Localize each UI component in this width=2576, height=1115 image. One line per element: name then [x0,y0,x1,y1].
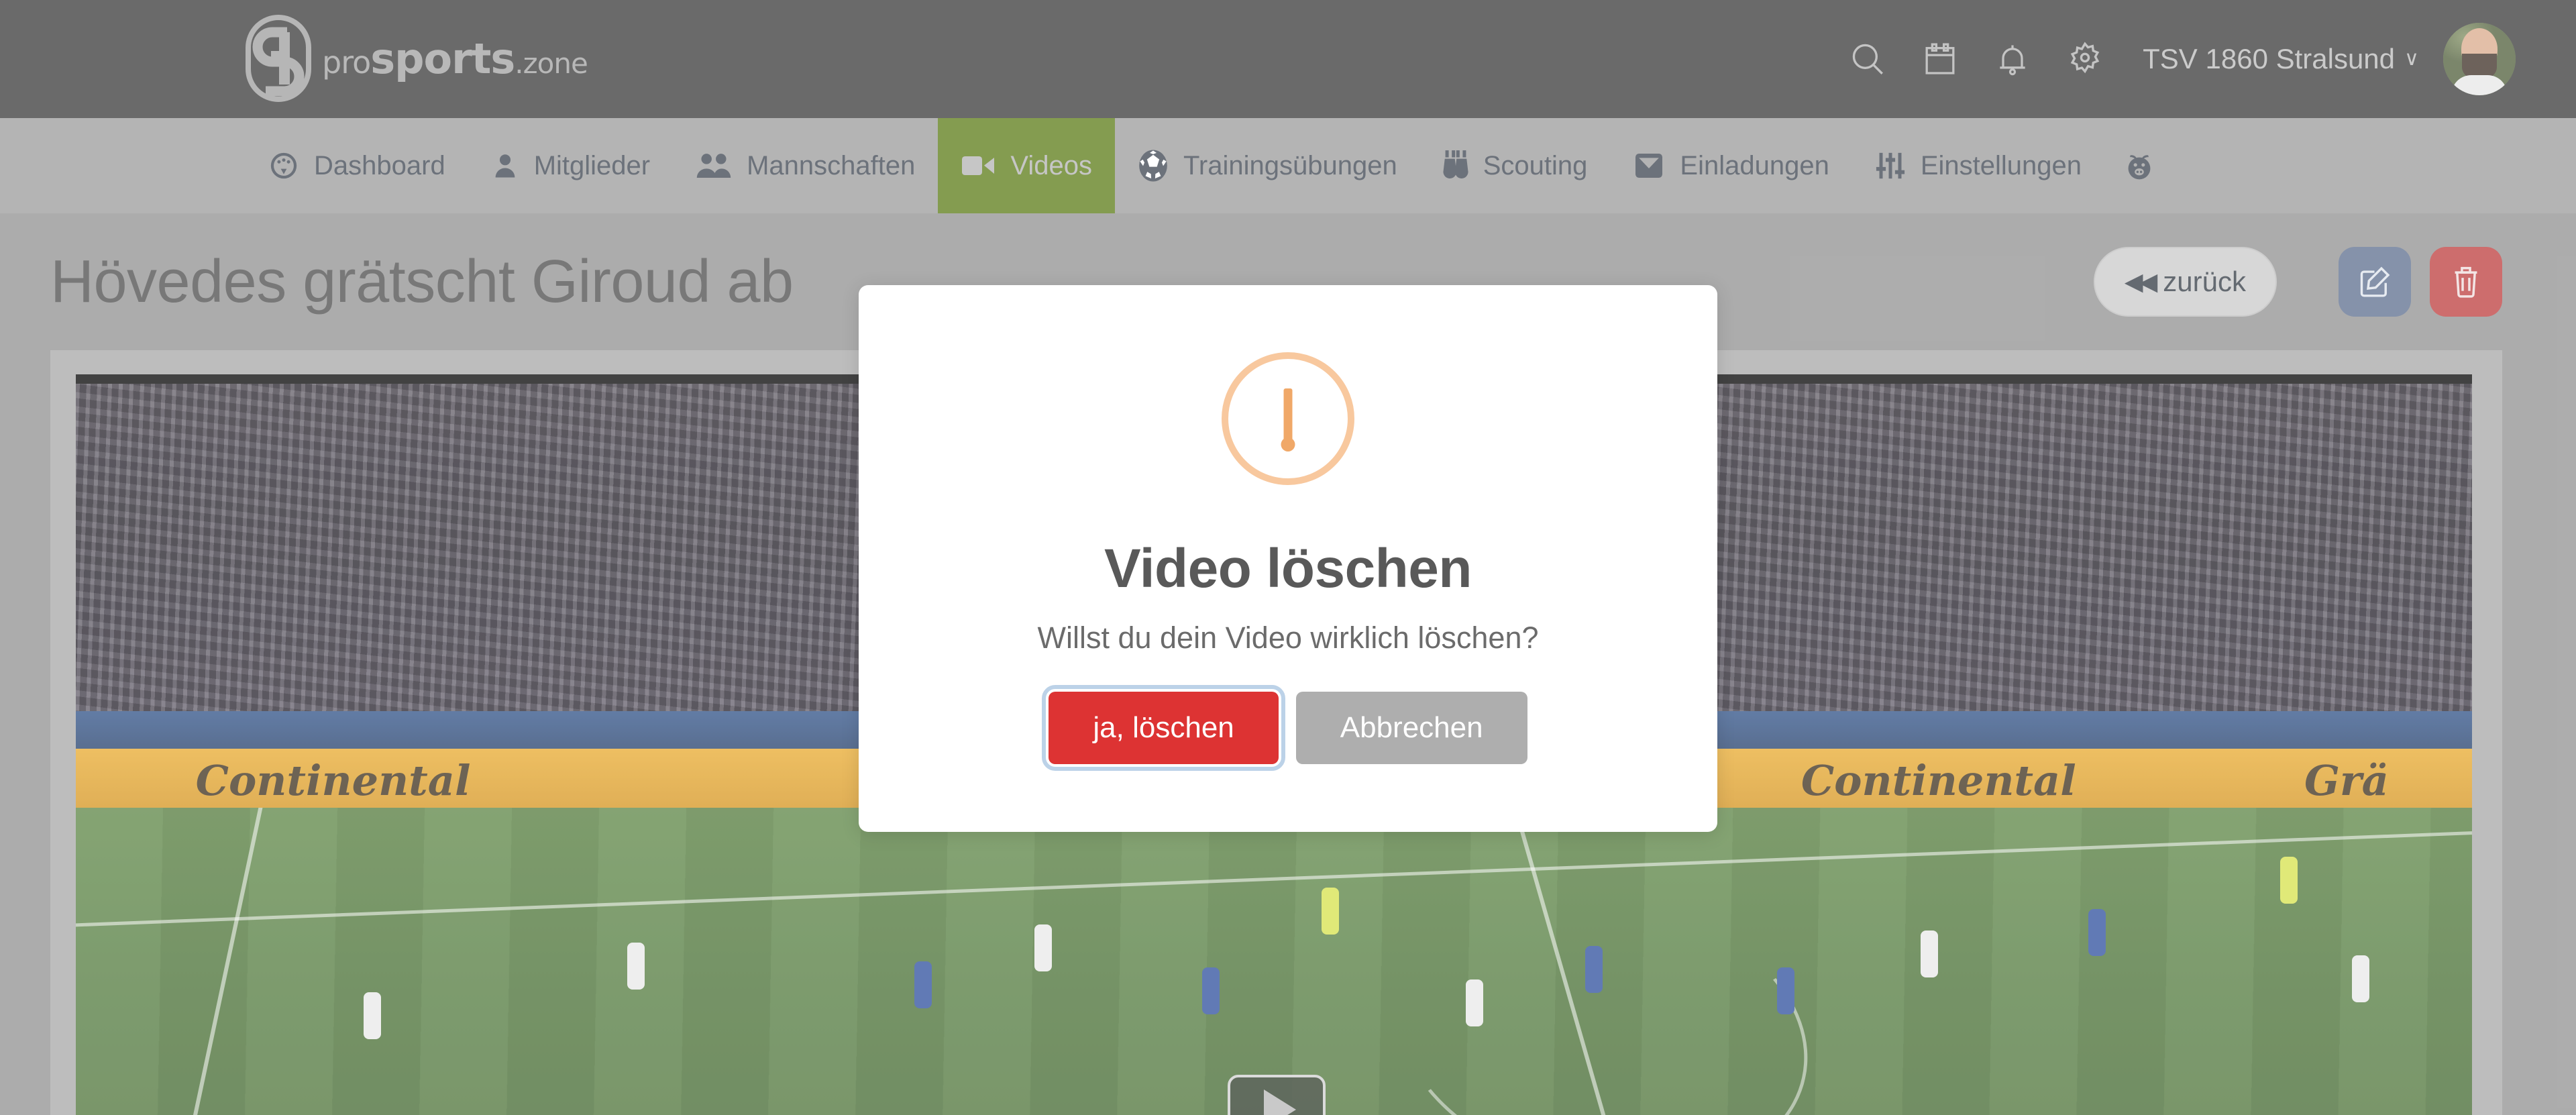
warning-dot [1281,437,1295,452]
dialog-message: Willst du dein Video wirklich löschen? [1037,621,1539,655]
cancel-button[interactable]: Abbrechen [1295,692,1527,764]
confirm-delete-button[interactable]: ja, löschen [1042,685,1285,771]
app-root: pro sports .zone TSV 1860 Stralsund ∨ Da… [0,0,2576,1115]
warning-bar [1283,388,1293,444]
delete-video-dialog: Video löschen Willst du dein Video wirkl… [859,285,1717,832]
dialog-actions: ja, löschen Abbrechen [1042,685,1527,771]
warning-exclamation-icon [1222,352,1354,485]
dialog-title: Video löschen [1104,538,1472,599]
